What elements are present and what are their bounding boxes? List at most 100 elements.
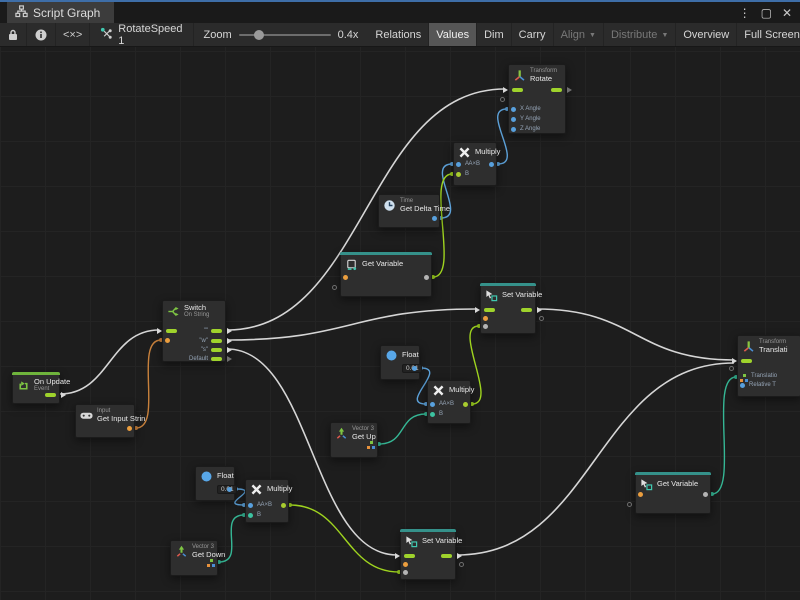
node-set-variable-2[interactable]: Set Variable <box>400 529 456 580</box>
toolbar-button-group: RelationsValuesDimCarryAlign▼Distribute▼… <box>368 23 800 46</box>
toolbar-button-values[interactable]: Values <box>429 23 477 46</box>
value-port[interactable]: A×B <box>463 402 468 407</box>
value-port[interactable] <box>343 275 348 280</box>
maximize-icon[interactable]: ▢ <box>761 7 772 19</box>
node-titles: Multiply <box>449 386 464 394</box>
node-float-1[interactable]: Float0.01 <box>380 345 420 380</box>
node-rotate[interactable]: TransformRotateX AngleY AngleZ Angle <box>508 64 566 134</box>
node-multiply-2[interactable]: Multiply AB A×B <box>427 380 471 424</box>
value-port[interactable]: Z Angle <box>511 127 516 132</box>
flow-port[interactable]: Default <box>211 357 222 361</box>
node-get-variable-2[interactable]: Get Variable <box>635 472 711 514</box>
node-get-input-string[interactable]: InputGet Input Strin <box>75 404 135 438</box>
info-icon[interactable] <box>27 23 56 46</box>
zoom-slider-handle[interactable] <box>254 30 264 40</box>
value-port[interactable] <box>207 559 215 567</box>
value-port[interactable] <box>703 492 708 497</box>
port-label: B <box>465 171 469 177</box>
node-multiply-3[interactable]: MultiplyABA×B <box>245 479 289 523</box>
flow-port[interactable]: "" <box>211 329 222 333</box>
flow-arrow-icon <box>567 87 572 93</box>
node-get-up[interactable]: Vector 3Get Up <box>330 422 378 458</box>
node-title: Multiply <box>475 148 490 156</box>
close-icon[interactable]: ✕ <box>782 7 792 19</box>
flow-port[interactable] <box>512 88 523 92</box>
lock-icon[interactable] <box>0 23 27 46</box>
value-port[interactable] <box>165 338 170 343</box>
value-port[interactable] <box>432 216 437 221</box>
toolbar-button-distribute[interactable]: Distribute▼ <box>604 23 676 46</box>
node-set-variable-1[interactable]: Set Variable <box>480 283 536 334</box>
toolbar-button-overview[interactable]: Overview <box>676 23 737 46</box>
flow-port[interactable] <box>551 88 562 92</box>
flow-port[interactable] <box>521 308 532 312</box>
value-port[interactable]: A×B <box>281 503 286 508</box>
menu-icon[interactable]: ⋮ <box>739 7 751 19</box>
value-port[interactable]: B <box>456 172 461 177</box>
value-port[interactable] <box>500 97 505 102</box>
port-label: Default <box>189 356 208 362</box>
window-controls: ⋮ ▢ ✕ <box>739 2 800 23</box>
breadcrumb[interactable]: RotateSpeed 1 <box>90 23 193 46</box>
vector3-icon <box>175 545 188 558</box>
value-port[interactable]: A×B <box>489 162 494 167</box>
value-port[interactable] <box>127 426 132 431</box>
value-port[interactable] <box>729 366 734 371</box>
flow-port[interactable]: "w" <box>211 339 222 343</box>
wire-lime <box>290 505 399 572</box>
node-on-update[interactable]: On UpdateEvent <box>12 372 60 404</box>
value-port[interactable]: Relative T <box>740 383 745 388</box>
value-inspect-icon[interactable]: <×> <box>56 23 90 46</box>
graph-canvas[interactable]: On UpdateEventInputGet Input StrinSwitch… <box>0 47 800 600</box>
value-port[interactable] <box>403 562 408 567</box>
value-port[interactable] <box>403 570 408 575</box>
graph-node-icon <box>100 27 113 43</box>
value-port[interactable] <box>367 441 375 449</box>
node-switch-on-string[interactable]: SwitchOn String"""w""s"Default <box>162 300 226 362</box>
toolbar-button-align[interactable]: Align▼ <box>554 23 604 46</box>
gamepad-icon <box>80 409 93 422</box>
toolbar-button-full-screen[interactable]: Full Screen <box>737 23 800 46</box>
value-port[interactable] <box>227 487 232 492</box>
node-multiply-1[interactable]: Multiply AB A×B <box>453 142 497 186</box>
value-port[interactable]: B <box>248 513 253 518</box>
toolbar-button-dim[interactable]: Dim <box>477 23 512 46</box>
value-port[interactable] <box>483 316 488 321</box>
value-port[interactable] <box>424 275 429 280</box>
node-get-down[interactable]: Vector 3Get Down <box>170 540 218 576</box>
unity-script-graph-window: Script Graph ⋮ ▢ ✕ <×> RotateSpeed 1 Zoo <box>0 0 800 600</box>
node-get-variable-1[interactable]: Get Variable <box>340 252 432 297</box>
value-port[interactable]: A <box>248 503 253 508</box>
zoom-slider[interactable] <box>239 34 331 36</box>
tab-script-graph[interactable]: Script Graph <box>7 2 114 23</box>
flow-port[interactable] <box>741 359 752 363</box>
value-port[interactable]: A <box>430 402 435 407</box>
node-float-2[interactable]: Float0.01 <box>195 466 235 501</box>
flow-port[interactable] <box>45 393 56 397</box>
node-get-delta-time[interactable]: TimeGet Delta Time <box>378 194 440 228</box>
flow-port[interactable] <box>441 554 452 558</box>
setvar-icon <box>405 535 418 548</box>
toolbar-button-relations[interactable]: Relations <box>368 23 429 46</box>
wire-teal <box>712 377 736 494</box>
value-port[interactable]: X Angle <box>511 107 516 112</box>
flow-port[interactable]: "s" <box>211 348 222 352</box>
value-port[interactable] <box>627 502 632 507</box>
setvar-icon <box>485 289 498 302</box>
value-port[interactable]: B <box>430 412 435 417</box>
value-port[interactable]: A <box>456 162 461 167</box>
value-port[interactable]: Y Angle <box>511 117 516 122</box>
value-port[interactable]: Translatio <box>740 374 748 382</box>
toolbar-button-carry[interactable]: Carry <box>512 23 554 46</box>
node-header: Float <box>196 467 234 484</box>
flow-port[interactable] <box>484 308 495 312</box>
value-port[interactable] <box>539 316 544 321</box>
flow-port[interactable] <box>166 329 177 333</box>
value-port[interactable] <box>332 285 337 290</box>
value-port[interactable] <box>483 324 488 329</box>
value-port[interactable] <box>638 492 643 497</box>
flow-port[interactable] <box>404 554 415 558</box>
value-port[interactable] <box>412 366 417 371</box>
node-translate[interactable]: TransformTranslatiTranslatioRelative T <box>737 335 800 397</box>
value-port[interactable] <box>459 562 464 567</box>
